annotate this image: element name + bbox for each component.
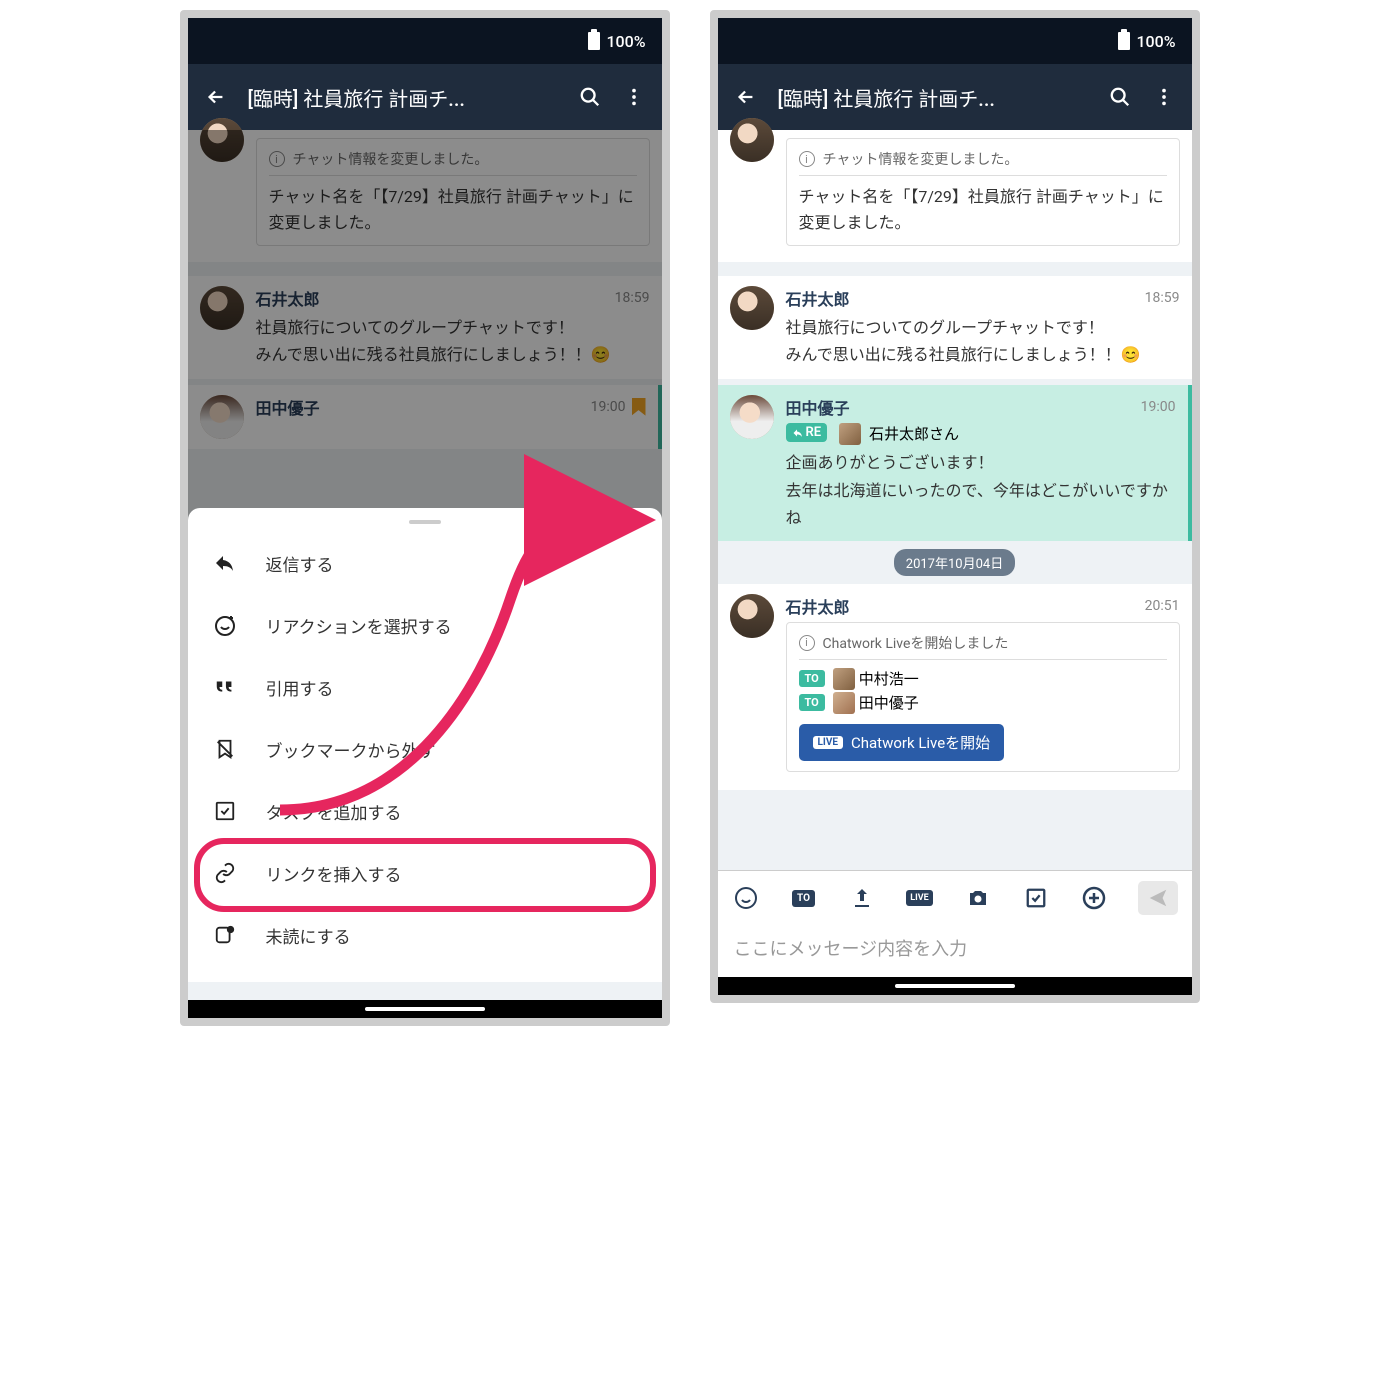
sender-name: 田中優子 (786, 395, 850, 419)
nav-bar (188, 1000, 662, 1018)
send-button[interactable] (1138, 881, 1178, 915)
nav-bar (718, 977, 1192, 995)
input-bar: TO LIVE ここにメッセージ内容を入力 (718, 870, 1192, 977)
to-name: 中村浩一 (859, 668, 919, 689)
message[interactable]: 石井太郎 18:59 社員旅行についてのグループチャットです！ みんで思い出に残… (718, 276, 1192, 378)
input-toolbar: TO LIVE (718, 871, 1192, 925)
page-title: [臨時] 社員旅行 計画チ... (778, 83, 1108, 112)
sheet-item-label: リアクションを選択する (266, 613, 452, 638)
more-icon[interactable] (622, 85, 646, 109)
sheet-item-label: 引用する (266, 675, 334, 700)
system-header-text: チャット情報を変更しました。 (823, 149, 1019, 169)
reply-icon (212, 550, 238, 576)
app-bar: [臨時] 社員旅行 計画チ... (188, 64, 662, 130)
message-time: 20:51 (1145, 598, 1180, 614)
sender-name: 石井太郎 (786, 594, 850, 618)
sheet-unread[interactable]: 未読にする (188, 904, 662, 966)
mini-avatar (833, 668, 855, 690)
battery-icon (588, 32, 600, 50)
sheet-quote[interactable]: 引用する (188, 656, 662, 718)
sheet-item-label: タスクを追加する (266, 799, 402, 824)
message-time: 18:59 (1145, 290, 1180, 306)
to-row: TO 田中優子 (799, 692, 1167, 714)
status-bar: 100% (718, 18, 1192, 64)
back-icon[interactable] (204, 85, 228, 109)
message-input[interactable]: ここにメッセージ内容を入力 (718, 925, 1192, 977)
sender-name: 石井太郎 (786, 286, 850, 310)
avatar (730, 594, 774, 638)
sheet-reaction[interactable]: リアクションを選択する (188, 594, 662, 656)
reply-to-name: 石井太郎さん (869, 425, 959, 443)
smile-plus-icon (212, 612, 238, 638)
system-header: i チャット情報を変更しました。 (799, 149, 1167, 176)
avatar (730, 118, 774, 162)
back-icon[interactable] (734, 85, 758, 109)
sheet-item-label: 未読にする (266, 923, 351, 948)
system-body: チャット名を「【7/29】社員旅行 計画チャット」に変更しました。 (799, 184, 1167, 235)
live-button-label: Chatwork Liveを開始 (851, 732, 990, 753)
sheet-reply[interactable]: 返信する (188, 532, 662, 594)
info-icon: i (799, 151, 815, 167)
more-icon[interactable] (1152, 85, 1176, 109)
phone-left: 100% [臨時] 社員旅行 計画チ... i チャット情報を変更しました。 チ… (180, 10, 670, 1026)
sheet-task[interactable]: タスクを追加する (188, 780, 662, 842)
sheet-item-label: ブックマークから外す (266, 737, 436, 762)
status-bar: 100% (188, 18, 662, 64)
link-icon (212, 860, 238, 886)
live-icon[interactable]: LIVE (906, 884, 934, 912)
live-header: i Chatwork Liveを開始しました (799, 633, 1167, 660)
sheet-link[interactable]: リンクを挿入する (188, 842, 662, 904)
phone-right: 100% [臨時] 社員旅行 計画チ... i チャット情報を変更しました。 チ… (710, 10, 1200, 1003)
message[interactable]: 石井太郎 20:51 i Chatwork Liveを開始しました TO 中村浩… (718, 584, 1192, 790)
sheet-unbookmark[interactable]: ブックマークから外す (188, 718, 662, 780)
date-separator: 2017年10月04日 (894, 549, 1015, 576)
mini-avatar (833, 692, 855, 714)
chat-body[interactable]: i チャット情報を変更しました。 チャット名を「【7/29】社員旅行 計画チャッ… (718, 130, 1192, 870)
battery-level: 100% (1136, 32, 1175, 51)
live-badge: LIVE (813, 736, 844, 749)
sheet-item-label: 返信する (266, 551, 334, 576)
avatar (730, 395, 774, 439)
chat-body: i チャット情報を変更しました。 チャット名を「【7/29】社員旅行 計画チャッ… (188, 130, 662, 1000)
message-time: 19:00 (1141, 399, 1176, 415)
live-start-button[interactable]: LIVE Chatwork Liveを開始 (799, 724, 1005, 761)
to-name: 田中優子 (859, 692, 919, 713)
search-icon[interactable] (1108, 85, 1132, 109)
live-box: i Chatwork Liveを開始しました TO 中村浩一 TO 田中優子 (786, 622, 1180, 772)
page-title: [臨時] 社員旅行 計画チ... (248, 83, 578, 112)
message-text: 社員旅行についてのグループチャットです！ みんで思い出に残る社員旅行にしましょう… (786, 314, 1180, 368)
unread-icon (212, 922, 238, 948)
task-icon (212, 798, 238, 824)
message-highlighted[interactable]: 田中優子 19:00 RE 石井太郎さん 企画ありがとうございます！ 去年は北海… (718, 385, 1192, 541)
camera-icon[interactable] (964, 884, 992, 912)
sheet-handle[interactable] (409, 520, 441, 524)
quote-icon (212, 674, 238, 700)
to-row: TO 中村浩一 (799, 668, 1167, 690)
message-text: 企画ありがとうございます！ 去年は北海道にいったので、今年はどこがいいですかね (786, 449, 1176, 531)
bottom-sheet: 返信する リアクションを選択する 引用する ブックマークから外す (188, 508, 662, 982)
avatar (730, 286, 774, 330)
system-box: i チャット情報を変更しました。 チャット名を「【7/29】社員旅行 計画チャッ… (786, 138, 1180, 246)
info-icon: i (799, 635, 815, 651)
live-header-text: Chatwork Liveを開始しました (823, 633, 1009, 653)
to-icon[interactable]: TO (790, 884, 818, 912)
task-icon[interactable] (1022, 884, 1050, 912)
battery-level: 100% (606, 32, 645, 51)
sheet-item-label: リンクを挿入する (266, 861, 402, 886)
search-icon[interactable] (578, 85, 602, 109)
upload-icon[interactable] (848, 884, 876, 912)
battery-icon (1118, 32, 1130, 50)
plus-icon[interactable] (1080, 884, 1108, 912)
to-badge: TO (799, 670, 825, 687)
bookmark-remove-icon (212, 736, 238, 762)
emoji-icon[interactable] (732, 884, 760, 912)
re-badge: RE (786, 423, 828, 442)
system-notice: i チャット情報を変更しました。 チャット名を「【7/29】社員旅行 計画チャッ… (718, 130, 1192, 262)
to-badge: TO (799, 694, 825, 711)
mini-avatar (839, 423, 861, 445)
app-bar: [臨時] 社員旅行 計画チ... (718, 64, 1192, 130)
